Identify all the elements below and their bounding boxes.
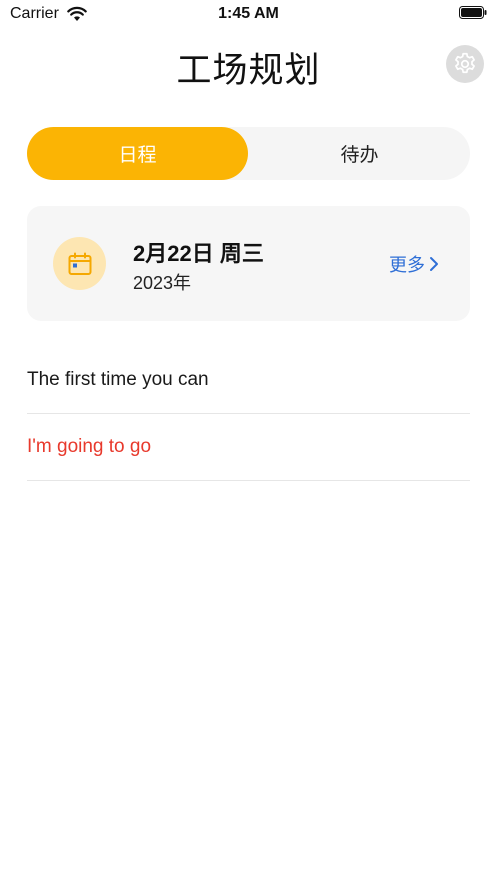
page-title: 工场规划 — [176, 51, 321, 90]
date-card: 2月22日 周三 2023年 更多 — [27, 206, 470, 321]
battery-icon — [459, 6, 487, 19]
chevron-right-icon — [430, 257, 438, 271]
year-label: 2023年 — [133, 273, 192, 293]
task-list: The first time you can I'm going to go — [27, 347, 470, 481]
more-link[interactable]: 更多 — [389, 251, 440, 277]
tab-schedule[interactable]: 日程 — [27, 127, 248, 180]
list-item[interactable]: I'm going to go — [27, 414, 470, 481]
date-label: 2月22日 周三 — [133, 241, 264, 266]
calendar-badge — [53, 237, 106, 290]
calendar-icon — [68, 252, 91, 275]
more-label: 更多 — [389, 255, 425, 275]
settings-button[interactable] — [446, 45, 484, 83]
status-time: 1:45 AM — [218, 5, 279, 22]
list-item[interactable]: The first time you can — [27, 347, 470, 414]
segmented-tabs: 日程 待办 — [27, 127, 470, 180]
tab-todo[interactable]: 待办 — [249, 127, 470, 180]
gear-icon — [455, 52, 475, 74]
status-bar: Carrier 1:45 AM — [0, 0, 497, 30]
